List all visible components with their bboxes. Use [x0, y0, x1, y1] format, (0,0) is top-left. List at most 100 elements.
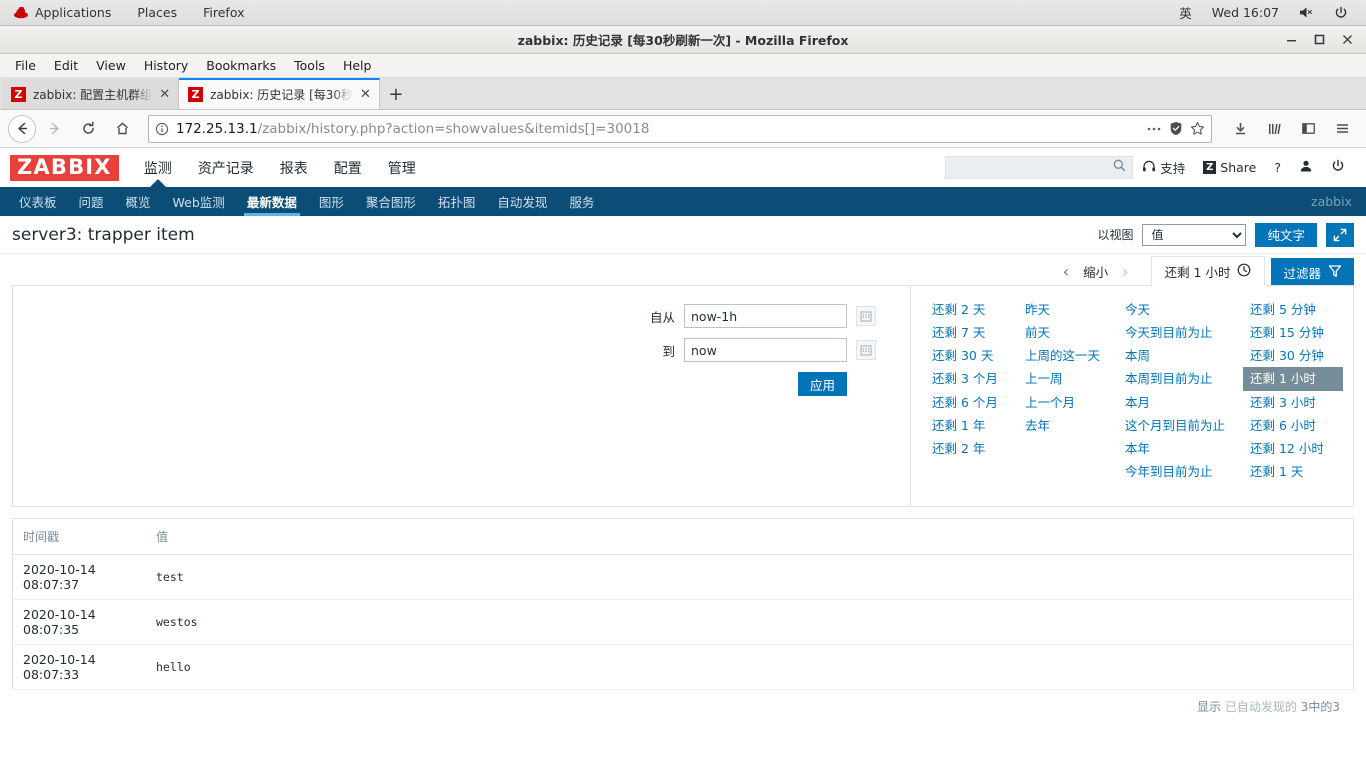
volume-muted-icon[interactable] — [1289, 0, 1324, 26]
quick-range-item[interactable]: 还剩 30 天 — [925, 344, 1018, 367]
maximize-button[interactable] — [1306, 29, 1332, 51]
back-icon[interactable] — [8, 114, 36, 143]
quick-range-item[interactable]: 还剩 1 天 — [1243, 460, 1343, 483]
shield-icon[interactable] — [1169, 121, 1183, 136]
global-search[interactable] — [945, 156, 1134, 179]
quick-range-item-selected[interactable]: 还剩 1 小时 — [1243, 367, 1343, 391]
minimize-button[interactable] — [1278, 29, 1304, 51]
main-nav-monitoring[interactable]: 监测 — [131, 148, 185, 187]
share-link[interactable]: Z Share — [1194, 160, 1265, 175]
quick-range-item[interactable]: 今年到目前为止 — [1118, 460, 1243, 483]
menu-history[interactable]: History — [135, 54, 197, 78]
quick-range-item[interactable]: 今天到目前为止 — [1118, 321, 1243, 344]
info-icon[interactable] — [155, 122, 169, 136]
home-icon[interactable] — [106, 114, 138, 144]
menu-file[interactable]: File — [6, 54, 45, 78]
places-menu[interactable]: Places — [124, 0, 190, 26]
browser-tab-2[interactable]: Z zabbix: 历史记录 [每30秒 ✕ — [179, 78, 380, 109]
quick-range-item[interactable]: 今天 — [1118, 298, 1243, 321]
clock[interactable]: Wed 16:07 — [1202, 0, 1289, 26]
help-link[interactable]: ? — [1265, 160, 1290, 175]
applications-menu[interactable]: Applications — [0, 0, 124, 26]
calendar-icon[interactable] — [856, 340, 876, 360]
search-input[interactable] — [952, 160, 1114, 175]
quick-range-item[interactable]: 这个月到目前为止 — [1118, 414, 1243, 437]
subnav-screens[interactable]: 聚合图形 — [355, 187, 427, 216]
sidebar-icon[interactable] — [1292, 114, 1324, 144]
input-method-indicator[interactable]: 英 — [1169, 0, 1202, 26]
quick-range-item[interactable]: 还剩 3 个月 — [925, 367, 1018, 390]
zabbix-logo[interactable]: ZABBIX — [10, 154, 119, 181]
menu-view[interactable]: View — [87, 54, 135, 78]
column-header-value[interactable]: 值 — [146, 519, 1353, 555]
table-row[interactable]: 2020-10-14 08:07:35 westos — [13, 599, 1353, 645]
quick-range-item[interactable]: 还剩 6 小时 — [1243, 414, 1343, 437]
quick-range-item[interactable]: 上一个月 — [1018, 391, 1118, 414]
main-nav-inventory[interactable]: 资产记录 — [185, 148, 267, 187]
from-input[interactable] — [684, 304, 847, 328]
hamburger-menu-icon[interactable] — [1326, 114, 1358, 144]
new-tab-button[interactable]: + — [380, 79, 412, 109]
quick-range-item[interactable]: 昨天 — [1018, 298, 1118, 321]
browser-tab-1[interactable]: Z zabbix: 配置主机群组 ✕ — [2, 79, 180, 109]
apply-button[interactable]: 应用 — [797, 372, 847, 396]
quick-range-item[interactable]: 还剩 2 年 — [925, 437, 1018, 460]
subnav-services[interactable]: 服务 — [558, 187, 605, 216]
main-nav-configuration[interactable]: 配置 — [321, 148, 375, 187]
time-range-tab[interactable]: 还剩 1 小时 — [1150, 256, 1266, 286]
reload-icon[interactable] — [72, 114, 104, 144]
main-nav-reports[interactable]: 报表 — [267, 148, 321, 187]
quick-range-item[interactable]: 还剩 12 小时 — [1243, 437, 1343, 460]
filter-tab[interactable]: 过滤器 — [1271, 258, 1354, 286]
quick-range-item[interactable]: 本周 — [1118, 344, 1243, 367]
firefox-menu[interactable]: Firefox — [190, 0, 257, 26]
search-icon[interactable] — [1113, 159, 1126, 176]
page-actions-icon[interactable] — [1146, 122, 1162, 136]
quick-range-item[interactable]: 还剩 30 分钟 — [1243, 344, 1343, 367]
menu-edit[interactable]: Edit — [45, 54, 87, 78]
library-icon[interactable] — [1258, 114, 1290, 144]
table-row[interactable]: 2020-10-14 08:07:33 hello — [13, 644, 1353, 690]
quick-range-item[interactable]: 上一周 — [1018, 367, 1118, 390]
quick-range-item[interactable]: 还剩 1 年 — [925, 414, 1018, 437]
user-profile-link[interactable] — [1290, 159, 1322, 176]
subnav-discovery[interactable]: 自动发现 — [486, 187, 558, 216]
table-row[interactable]: 2020-10-14 08:07:37 test — [13, 554, 1353, 600]
url-bar[interactable]: 172.25.13.1/zabbix/history.php?action=sh… — [148, 114, 1212, 143]
quick-range-item[interactable]: 还剩 6 个月 — [925, 391, 1018, 414]
signout-link[interactable] — [1322, 159, 1354, 176]
main-nav-administration[interactable]: 管理 — [375, 148, 429, 187]
subnav-latest-data[interactable]: 最新数据 — [236, 187, 308, 216]
tab-close-icon[interactable]: ✕ — [360, 87, 371, 102]
quick-range-item[interactable]: 前天 — [1018, 321, 1118, 344]
to-input[interactable] — [684, 338, 847, 362]
quick-range-item[interactable]: 上周的这一天 — [1018, 344, 1118, 367]
calendar-icon[interactable] — [856, 306, 876, 326]
menu-help[interactable]: Help — [334, 54, 381, 78]
tab-close-icon[interactable]: ✕ — [159, 87, 170, 102]
url-text[interactable]: 172.25.13.1/zabbix/history.php?action=sh… — [176, 121, 1139, 137]
support-link[interactable]: 支持 — [1133, 158, 1194, 177]
expand-icon[interactable] — [1326, 222, 1354, 247]
subnav-graphs[interactable]: 图形 — [308, 187, 355, 216]
quick-range-item[interactable]: 本周到目前为止 — [1118, 367, 1243, 390]
subnav-overview[interactable]: 概览 — [115, 187, 162, 216]
subnav-dashboard[interactable]: 仪表板 — [8, 187, 68, 216]
close-button[interactable] — [1334, 29, 1360, 51]
quick-range-item[interactable]: 还剩 5 分钟 — [1243, 298, 1343, 321]
quick-range-item[interactable]: 还剩 3 小时 — [1243, 391, 1343, 414]
zoom-out-button[interactable]: 缩小 — [1081, 262, 1110, 281]
menu-bookmarks[interactable]: Bookmarks — [197, 54, 285, 78]
menu-tools[interactable]: Tools — [285, 54, 334, 78]
quick-range-item[interactable]: 去年 — [1018, 414, 1118, 437]
subnav-problems[interactable]: 问题 — [68, 187, 115, 216]
chevron-left-icon[interactable]: ‹ — [1051, 262, 1081, 281]
subnav-web[interactable]: Web监测 — [162, 187, 236, 216]
quick-range-item[interactable]: 本年 — [1118, 437, 1243, 460]
power-icon[interactable] — [1324, 0, 1358, 26]
subnav-maps[interactable]: 拓扑图 — [427, 187, 487, 216]
column-header-timestamp[interactable]: 时间戳 — [13, 519, 146, 555]
quick-range-item[interactable]: 本月 — [1118, 391, 1243, 414]
bookmark-star-icon[interactable] — [1190, 121, 1205, 136]
quick-range-item[interactable]: 还剩 2 天 — [925, 298, 1018, 321]
